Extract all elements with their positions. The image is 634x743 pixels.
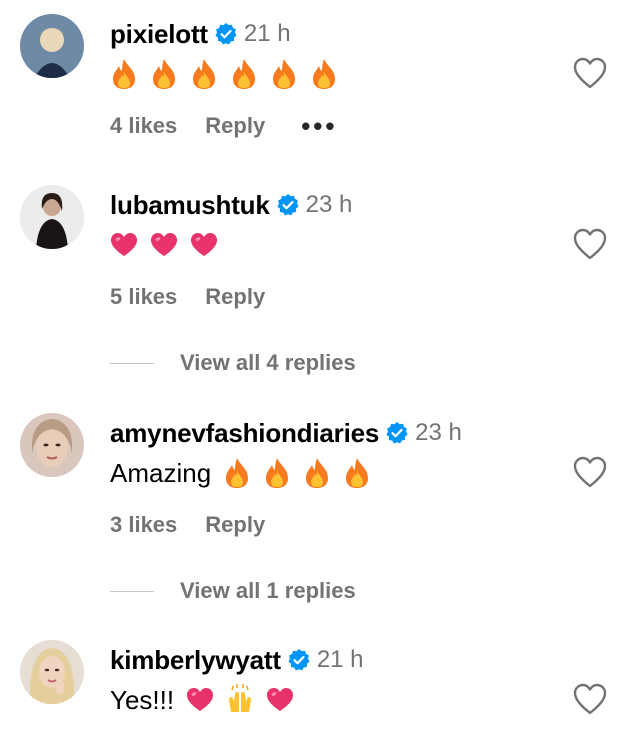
avatar[interactable] bbox=[20, 640, 84, 704]
comment-body: Amazing bbox=[110, 457, 212, 488]
divider bbox=[110, 590, 154, 592]
fire-emoji-icon bbox=[110, 58, 138, 90]
fire-emoji-icon bbox=[270, 58, 298, 90]
reply-button[interactable]: Reply bbox=[205, 113, 265, 139]
heart-emoji-icon bbox=[110, 229, 138, 261]
fire-emoji-icon bbox=[310, 58, 338, 90]
divider bbox=[110, 362, 154, 364]
comment-header: amynevfashiondiaries 23 h bbox=[110, 413, 462, 453]
username[interactable]: pixielott bbox=[110, 19, 208, 50]
comment-actions: 4 likes Reply ••• bbox=[110, 109, 338, 143]
comment-header: pixielott 21 h bbox=[110, 14, 291, 54]
fire-emoji-icon bbox=[343, 457, 371, 489]
like-heart-icon[interactable] bbox=[572, 682, 608, 716]
heart-emoji-icon bbox=[266, 684, 294, 716]
comment-time: 21 h bbox=[243, 20, 291, 47]
heart-emoji-icon bbox=[190, 229, 218, 261]
avatar[interactable] bbox=[20, 185, 84, 249]
verified-badge-icon bbox=[214, 22, 238, 46]
view-replies-link[interactable]: View all 1 replies bbox=[180, 578, 356, 604]
verified-badge-icon bbox=[385, 421, 409, 445]
comment-actions: 5 likes Reply bbox=[110, 280, 301, 314]
username[interactable]: kimberlywyatt bbox=[110, 645, 281, 676]
username[interactable]: lubamushtuk bbox=[110, 190, 270, 221]
verified-badge-icon bbox=[276, 193, 300, 217]
avatar[interactable] bbox=[20, 14, 84, 78]
view-replies[interactable]: View all 4 replies bbox=[110, 346, 356, 380]
comment-time: 23 h bbox=[305, 191, 353, 218]
comment-text: Amazing bbox=[110, 453, 383, 493]
fire-emoji-icon bbox=[230, 58, 258, 90]
fire-emoji-icon bbox=[263, 457, 291, 489]
like-heart-icon[interactable] bbox=[572, 56, 608, 90]
comment-header: lubamushtuk 23 h bbox=[110, 185, 352, 225]
fire-emoji-icon bbox=[303, 457, 331, 489]
avatar[interactable] bbox=[20, 413, 84, 477]
raised-hands-emoji-icon bbox=[226, 684, 254, 716]
fire-emoji-icon bbox=[223, 457, 251, 489]
view-replies-link[interactable]: View all 4 replies bbox=[180, 350, 356, 376]
likes-count[interactable]: 4 likes bbox=[110, 113, 177, 139]
reply-button[interactable]: Reply bbox=[205, 284, 265, 310]
fire-emoji-icon bbox=[150, 58, 178, 90]
view-replies[interactable]: View all 1 replies bbox=[110, 574, 356, 608]
comment-body: Yes!!! bbox=[110, 684, 175, 715]
heart-emoji-icon bbox=[186, 684, 214, 716]
likes-count[interactable]: 5 likes bbox=[110, 284, 177, 310]
comment-time: 21 h bbox=[316, 646, 364, 673]
verified-badge-icon bbox=[287, 648, 311, 672]
comment-text bbox=[110, 54, 350, 94]
more-options-button[interactable]: ••• bbox=[301, 113, 337, 139]
comment-text: Yes!!! bbox=[110, 680, 306, 720]
heart-emoji-icon bbox=[150, 229, 178, 261]
comment-time: 23 h bbox=[415, 419, 462, 446]
fire-emoji-icon bbox=[190, 58, 218, 90]
comment-actions: 3 likes Reply bbox=[110, 508, 301, 542]
like-heart-icon[interactable] bbox=[572, 227, 608, 261]
comment-text bbox=[110, 225, 230, 265]
likes-count[interactable]: 3 likes bbox=[110, 512, 177, 538]
like-heart-icon[interactable] bbox=[572, 455, 608, 489]
reply-button[interactable]: Reply bbox=[205, 512, 265, 538]
comment-header: kimberlywyatt 21 h bbox=[110, 640, 364, 680]
username[interactable]: amynevfashiondiaries bbox=[110, 418, 379, 449]
